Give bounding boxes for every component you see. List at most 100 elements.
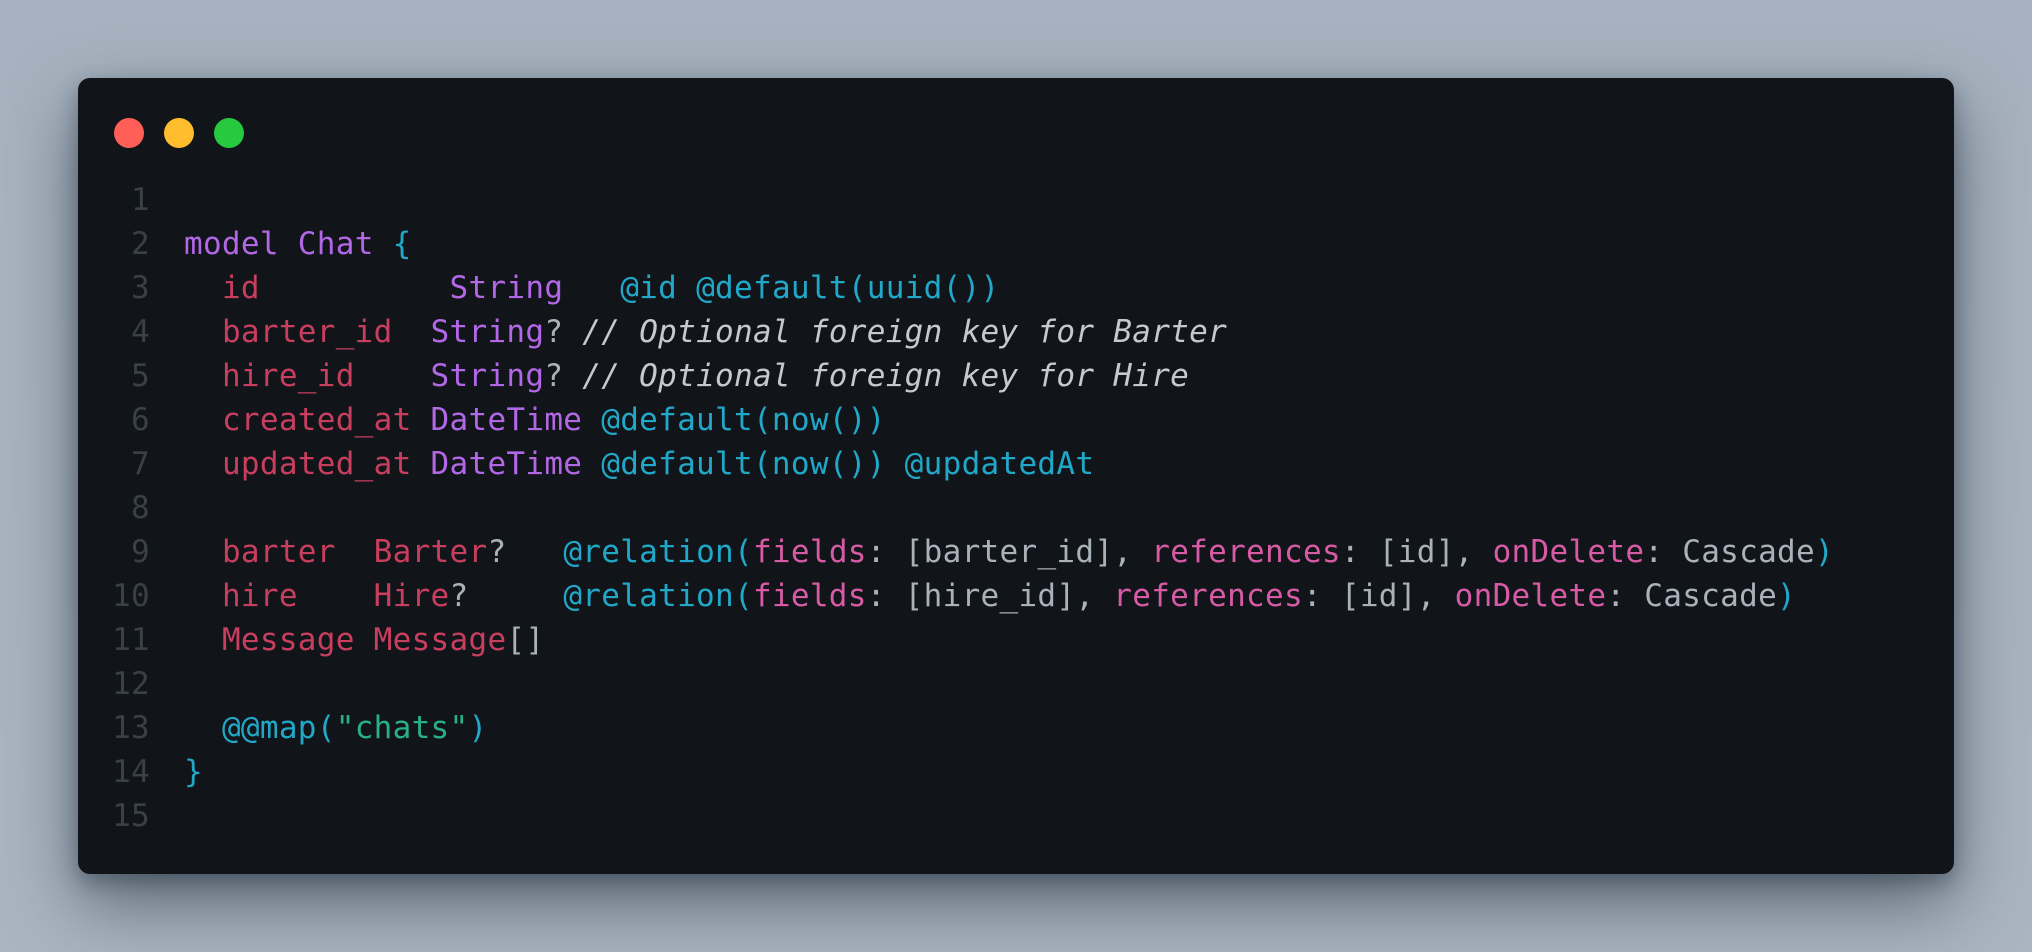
code-token: @id: [620, 270, 678, 306]
code-token: {: [392, 226, 412, 262]
line-source: id String @id @default(uuid()): [184, 266, 1000, 310]
line-source: Message Message[]: [184, 618, 544, 662]
code-line: 3 id String @id @default(uuid()): [78, 266, 1954, 310]
code-token: // Optional foreign key for Barter: [582, 314, 1228, 350]
code-token: String: [430, 358, 545, 394]
code-token: @relation(: [563, 578, 753, 614]
code-token: Chat: [297, 226, 374, 262]
code-token: String: [449, 270, 564, 306]
code-token: Barter: [373, 534, 488, 570]
close-window-button[interactable]: [114, 118, 144, 148]
code-token: : Cascade: [1644, 534, 1815, 570]
code-line: 1: [78, 178, 1954, 222]
code-line: 4 barter_id String? // Optional foreign …: [78, 310, 1954, 354]
line-number: 14: [112, 754, 150, 790]
line-source: barter_id String? // Optional foreign ke…: [184, 310, 1227, 354]
code-token: }: [184, 754, 203, 790]
code-line: 7 updated_at DateTime @default(now()) @u…: [78, 442, 1954, 486]
line-number: 2: [131, 226, 150, 262]
code-token: // Optional foreign key for Hire: [582, 358, 1190, 394]
code-block: 1 2 model Chat {3 id String @id @default(u…: [78, 178, 1954, 838]
code-token: onDelete: [1454, 578, 1607, 614]
code-token: "chats": [335, 710, 469, 746]
code-line: 13 @@map("chats"): [78, 706, 1954, 750]
code-token: DateTime: [430, 446, 583, 482]
code-token: ): [1777, 578, 1797, 614]
code-line: 10 hire Hire? @relation(fields: [hire_id…: [78, 574, 1954, 618]
line-number: 5: [131, 358, 150, 394]
code-token: hire: [221, 578, 298, 614]
minimize-window-button[interactable]: [164, 118, 194, 148]
code-token: references: [1113, 578, 1303, 614]
line-number: 12: [112, 666, 150, 702]
code-line: 8: [78, 486, 1954, 530]
line-number: 1: [131, 182, 150, 218]
line-number: 8: [131, 490, 150, 526]
code-token: @default(now()): [601, 402, 886, 438]
line-source: @@map("chats"): [184, 706, 487, 750]
code-token: : [hire_id],: [866, 578, 1114, 614]
line-number: 3: [131, 270, 150, 306]
line-number: 15: [112, 798, 150, 834]
code-token: String: [430, 314, 545, 350]
code-token: : Cascade: [1606, 578, 1778, 614]
line-number: 6: [131, 402, 150, 438]
code-token: references: [1151, 534, 1341, 570]
code-token: ?: [544, 314, 583, 350]
code-token: hire_id: [221, 358, 355, 394]
line-number: 7: [131, 446, 150, 482]
code-token: Message: [373, 622, 507, 658]
line-number: 10: [112, 578, 150, 614]
line-source: model Chat {: [184, 222, 412, 266]
code-token: ): [468, 710, 488, 746]
code-token: Hire: [373, 578, 450, 614]
line-source: created_at DateTime @default(now()): [184, 398, 886, 442]
code-token: @updatedAt: [904, 446, 1095, 482]
code-line: 2 model Chat {: [78, 222, 1954, 266]
code-token: ?: [544, 358, 583, 394]
code-line: 5 hire_id String? // Optional foreign ke…: [78, 354, 1954, 398]
line-source: }: [184, 750, 203, 794]
code-line: 15: [78, 794, 1954, 838]
code-token: ?: [449, 578, 564, 614]
code-token: barter: [221, 534, 336, 570]
code-line: 11 Message Message[]: [78, 618, 1954, 662]
code-token: fields: [752, 578, 867, 614]
code-token: created_at: [221, 402, 412, 438]
code-token: : [id],: [1340, 534, 1493, 570]
code-token: updated_at: [221, 446, 412, 482]
code-line: 6 created_at DateTime @default(now()): [78, 398, 1954, 442]
line-source: hire_id String? // Optional foreign key …: [184, 354, 1189, 398]
code-token: @default(uuid()): [696, 270, 1000, 306]
line-number: 13: [112, 710, 150, 746]
code-token: Message: [221, 622, 355, 658]
maximize-window-button[interactable]: [214, 118, 244, 148]
code-line: 9 barter Barter? @relation(fields: [bart…: [78, 530, 1954, 574]
line-source: barter Barter? @relation(fields: [barter…: [184, 530, 1834, 574]
line-source: updated_at DateTime @default(now()) @upd…: [184, 442, 1094, 486]
code-token: onDelete: [1492, 534, 1645, 570]
code-token: @default(now()): [601, 446, 886, 482]
code-token: DateTime: [430, 402, 583, 438]
